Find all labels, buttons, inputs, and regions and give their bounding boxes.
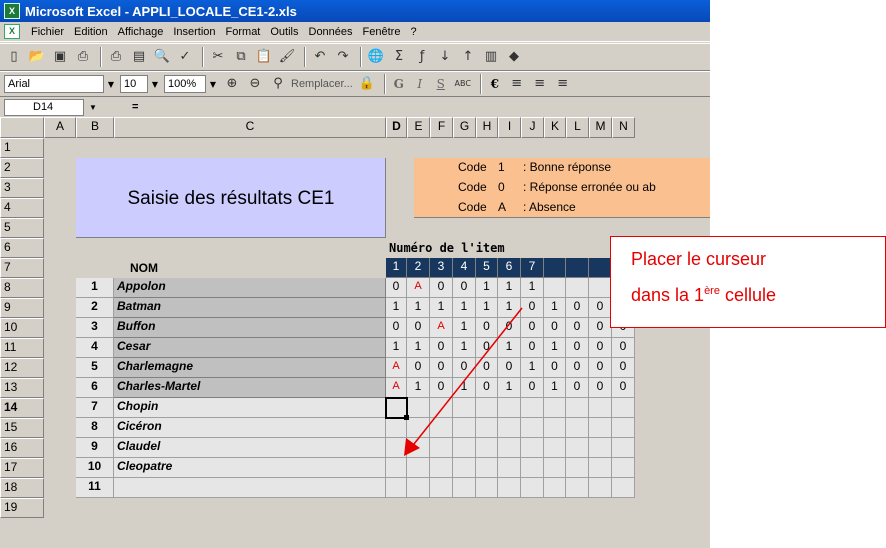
arrow-line (413, 307, 523, 445)
callout-line2-suffix: cellule (719, 285, 776, 305)
arrow-head (404, 438, 420, 456)
callout-line2-prefix: dans la 1 (631, 285, 705, 305)
instruction-callout: Placer le curseur dans la 1ère cellule (610, 236, 886, 328)
callout-line1: Placer le curseur (631, 249, 767, 269)
callout-superscript: ère (704, 285, 720, 297)
callout-line2: dans la 1ère cellule (631, 275, 885, 311)
